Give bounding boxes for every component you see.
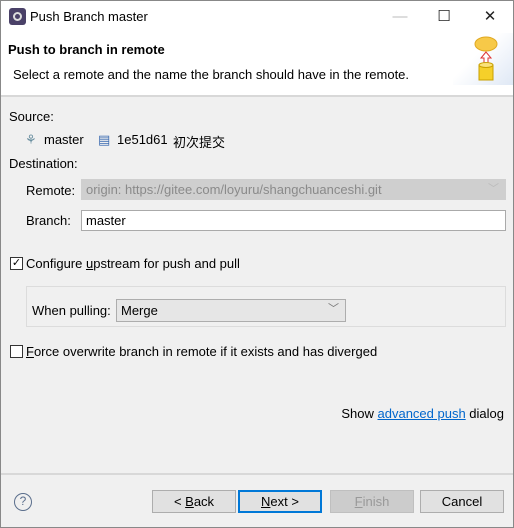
close-button[interactable]: ✕ xyxy=(475,5,505,29)
branch-label: Branch: xyxy=(26,213,71,228)
force-overwrite-label: Force overwrite branch in remote if it e… xyxy=(26,344,378,359)
branch-icon: ⚘ xyxy=(25,132,37,147)
minimize-icon: — xyxy=(392,8,408,25)
when-pulling-value: Merge xyxy=(121,303,158,318)
remote-label: Remote: xyxy=(26,183,76,198)
push-to-cloud-icon xyxy=(453,33,513,85)
footer-divider xyxy=(1,473,513,475)
remote-value: origin: https://gitee.com/loyuru/shangch… xyxy=(86,182,382,197)
check-icon: ✓ xyxy=(11,257,22,269)
branch-input[interactable]: master xyxy=(81,210,506,231)
maximize-button[interactable]: ☐ xyxy=(429,5,459,29)
remote-select[interactable]: origin: https://gitee.com/loyuru/shangch… xyxy=(81,179,506,200)
chevron-down-icon: ﹀ xyxy=(488,183,499,195)
help-icon[interactable]: ? xyxy=(14,493,32,511)
back-button[interactable]: < Back xyxy=(152,490,236,513)
when-pulling-select[interactable]: Merge ﹀ xyxy=(116,299,346,322)
page-title: Push to branch in remote xyxy=(8,42,165,57)
source-commit-id: 1e51d61 xyxy=(117,132,168,147)
title-bar: Push Branch master — ☐ ✕ xyxy=(1,1,513,33)
maximize-icon: ☐ xyxy=(437,8,451,25)
advanced-push-text: Show advanced push dialog xyxy=(341,406,504,421)
page-description: Select a remote and the name the branch … xyxy=(13,67,410,82)
configure-upstream-checkbox[interactable]: ✓ xyxy=(10,257,23,270)
source-commit-message: 初次提交 xyxy=(173,135,226,150)
cancel-button[interactable]: Cancel xyxy=(420,490,504,513)
when-pulling-label: When pulling: xyxy=(32,303,111,318)
configure-upstream-label: Configure upstream for push and pull xyxy=(26,256,240,271)
source-label: Source: xyxy=(9,109,54,124)
push-branch-dialog: Push Branch master — ☐ ✕ Push to branch … xyxy=(0,0,514,528)
window-title: Push Branch master xyxy=(30,9,148,24)
eclipse-app-icon xyxy=(9,8,26,25)
force-overwrite-checkbox[interactable] xyxy=(10,345,23,358)
finish-button[interactable]: Finish xyxy=(330,490,414,513)
advanced-push-link[interactable]: advanced push xyxy=(378,406,466,421)
commit-icon: ▤ xyxy=(98,132,111,147)
chevron-down-icon: ﹀ xyxy=(328,303,339,315)
destination-label: Destination: xyxy=(9,156,78,171)
source-branch: master xyxy=(44,132,84,147)
close-icon: ✕ xyxy=(483,8,497,25)
next-button[interactable]: Next > xyxy=(238,490,322,513)
wizard-header: Push to branch in remote Select a remote… xyxy=(1,33,513,97)
minimize-button[interactable]: — xyxy=(385,5,415,29)
